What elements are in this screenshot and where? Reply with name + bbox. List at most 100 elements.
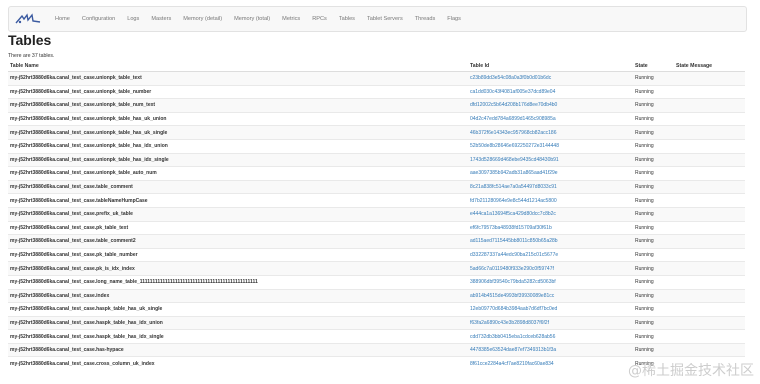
state-cell: Running xyxy=(633,206,674,222)
state-cell: Running xyxy=(633,84,674,99)
state-cell: Running xyxy=(633,261,674,276)
table-name-cell: my-j52hrt3880d6ka.canal_test_case.index xyxy=(8,288,468,303)
state-message-cell xyxy=(674,84,745,99)
state-cell: Running xyxy=(633,288,674,303)
state-cell: Running xyxy=(633,71,674,86)
state-cell: Running xyxy=(633,315,674,330)
table-name-cell: my-j52hrt3880d6ka.canal_test_case.haspk_… xyxy=(8,329,468,344)
state-cell: Running xyxy=(633,179,674,194)
table-name-cell: my-j52hrt3880d6ka.canal_test_case.unionp… xyxy=(8,152,468,167)
nav-threads[interactable]: Threads xyxy=(409,16,442,22)
state-message-cell xyxy=(674,274,745,289)
state-message-cell xyxy=(674,152,745,167)
table-id-link[interactable]: 04d2c47edd784a6899d1465c908985a xyxy=(468,111,633,126)
table-row: my-j52hrt3880d6ka.canal_test_case.unionp… xyxy=(8,125,745,140)
table-id-link[interactable]: 46b372f6e14343ec957968cb82acc186 xyxy=(468,125,633,140)
table-id-link[interactable]: 8c21a838fc514ae7a0a54497d8033c91 xyxy=(468,179,633,194)
table-name-cell: my-j52hrt3880d6ka.canal_test_case.unionp… xyxy=(8,166,468,181)
nav-masters[interactable]: Masters xyxy=(145,16,177,22)
table-row: my-j52hrt3880d6ka.canal_test_case.has-hy… xyxy=(8,342,745,357)
state-cell: Running xyxy=(633,220,674,235)
nav-flags[interactable]: Flags xyxy=(441,16,467,22)
table-id-link[interactable]: ab914b4515de4993bf39930089e81cc xyxy=(468,288,633,303)
table-name-cell: my-j52hrt3880d6ka.canal_test_case.pk_is_… xyxy=(8,261,468,276)
table-row: my-j52hrt3880d6ka.canal_test_case.haspk_… xyxy=(8,302,745,317)
table-id-link[interactable]: 8f61cce2284a4cf7ae8210fac60ae834 xyxy=(468,356,633,371)
table-row: my-j52hrt3880d6ka.canal_test_case.unionp… xyxy=(8,152,745,167)
table-name-cell: my-j52hrt3880d6ka.canal_test_case.pk_tab… xyxy=(8,220,468,235)
state-message-cell xyxy=(674,125,745,140)
table-id-link[interactable]: d332287337a44edc90ba215c01c5677e xyxy=(468,247,633,262)
nav-memory-total[interactable]: Memory (total) xyxy=(228,16,276,22)
state-message-cell xyxy=(674,288,745,303)
nav-memory-detail[interactable]: Memory (detail) xyxy=(177,16,228,22)
header-state-message: State Message xyxy=(674,61,745,72)
state-message-cell xyxy=(674,193,745,208)
table-name-cell: my-j52hrt3880d6ka.canal_test_case.unionp… xyxy=(8,138,468,154)
table-name-cell: my-j52hrt3880d6ka.canal_test_case.unionp… xyxy=(8,71,468,86)
table-row: my-j52hrt3880d6ka.canal_test_case.unionp… xyxy=(8,166,745,181)
nav-configuration[interactable]: Configuration xyxy=(76,16,121,22)
table-id-link[interactable]: 5ad66c7a0119480f933e290c0f59747f xyxy=(468,261,633,276)
state-message-cell xyxy=(674,247,745,262)
table-row: my-j52hrt3880d6ka.canal_test_case.haspk_… xyxy=(8,315,745,330)
state-message-cell xyxy=(674,234,745,249)
table-name-cell: my-j52hrt3880d6ka.canal_test_case.haspk_… xyxy=(8,315,468,330)
table-id-link[interactable]: 12eb09770d684b3984aab7d6df7bc0ed xyxy=(468,302,633,317)
table-row: my-j52hrt3880d6ka.canal_test_case.unionp… xyxy=(8,138,745,154)
nav-tables[interactable]: Tables xyxy=(333,16,361,22)
state-cell: Running xyxy=(633,234,674,249)
table-id-link[interactable]: e444ca1a13694f5ca429d80dcc7c8b2c xyxy=(468,206,633,222)
table-id-link[interactable]: cdd732db3bb0415eba1cdceb628ab56 xyxy=(468,329,633,344)
table-row: my-j52hrt3880d6ka.canal_test_case.index a… xyxy=(8,288,745,303)
nav-metrics[interactable]: Metrics xyxy=(276,16,306,22)
table-row: my-j52hrt3880d6ka.canal_test_case.unionp… xyxy=(8,98,745,113)
table-row: my-j52hrt3880d6ka.canal_test_case.unionp… xyxy=(8,111,745,126)
table-id-link[interactable]: ca1dd030c43f4081af005e37dcd89e04 xyxy=(468,84,633,99)
page-title: Tables xyxy=(8,32,52,48)
table-name-cell: my-j52hrt3880d6ka.canal_test_case.has-hy… xyxy=(8,342,468,357)
nav-logs[interactable]: Logs xyxy=(121,16,145,22)
table-row: my-j52hrt3880d6ka.canal_test_case.table_… xyxy=(8,234,745,249)
state-cell: Running xyxy=(633,98,674,113)
table-id-link[interactable]: fd7b211280964e9e8c544d1214ac5800 xyxy=(468,193,633,208)
table-name-cell: my-j52hrt3880d6ka.canal_test_case.pk_tab… xyxy=(8,247,468,262)
state-cell: Running xyxy=(633,125,674,140)
state-message-cell xyxy=(674,111,745,126)
nav-rpcs[interactable]: RPCs xyxy=(306,16,333,22)
table-name-cell: my-j52hrt3880d6ka.canal_test_case.cross_… xyxy=(8,356,468,371)
state-cell: Running xyxy=(633,166,674,181)
table-row: my-j52hrt3880d6ka.canal_test_case.pk_tab… xyxy=(8,220,745,235)
table-name-cell: my-j52hrt3880d6ka.canal_test_case.unionp… xyxy=(8,125,468,140)
nav-home[interactable]: Home xyxy=(49,16,76,22)
state-message-cell xyxy=(674,342,745,357)
table-id-link[interactable]: dfd12002c5b64d208b176d8ee70db4b0 xyxy=(468,98,633,113)
table-name-cell: my-j52hrt3880d6ka.canal_test_case.prefix… xyxy=(8,206,468,222)
nav-tablet-servers[interactable]: Tablet Servers xyxy=(361,16,409,22)
table-name-cell: my-j52hrt3880d6ka.canal_test_case.table_… xyxy=(8,179,468,194)
table-id-link[interactable]: 1743d528669d468ebe9435cd48430b91 xyxy=(468,152,633,167)
table-id-link[interactable]: 4478385e63524dae87ef7349313b1f3a xyxy=(468,342,633,357)
table-id-link[interactable]: 388906dbf39540c79bda5282cd5063bf xyxy=(468,274,633,289)
state-message-cell xyxy=(674,220,745,235)
state-message-cell xyxy=(674,98,745,113)
kudu-logo-icon[interactable] xyxy=(15,12,43,26)
state-cell: Running xyxy=(633,193,674,208)
table-row: my-j52hrt3880d6ka.canal_test_case.pk_is_… xyxy=(8,261,745,276)
state-cell: Running xyxy=(633,274,674,289)
state-message-cell xyxy=(674,302,745,317)
table-row: my-j52hrt3880d6ka.canal_test_case.pk_tab… xyxy=(8,247,745,262)
table-id-link[interactable]: ad115aed7115445bb8011c850b65a28b xyxy=(468,234,633,249)
table-id-link[interactable]: ef6fc79573ba48938fd15709af30f61b xyxy=(468,220,633,235)
state-cell: Running xyxy=(633,247,674,262)
state-cell: Running xyxy=(633,329,674,344)
table-id-link[interactable]: c23b89dd3e54c08a0a3f0b0d01b6dc xyxy=(468,71,633,86)
table-row: my-j52hrt3880d6ka.canal_test_case.long_n… xyxy=(8,274,745,289)
table-id-link[interactable]: aae3097385b942adb31a865aad41f29e xyxy=(468,166,633,181)
state-message-cell xyxy=(674,179,745,194)
table-id-link[interactable]: 52b50de8b28646e692250272e3144448 xyxy=(468,138,633,154)
table-row: my-j52hrt3880d6ka.canal_test_case.unionp… xyxy=(8,71,745,86)
table-id-link[interactable]: f63fa2a6890c43e3b2898d8037f6f2f xyxy=(468,315,633,330)
state-message-cell xyxy=(674,261,745,276)
state-message-cell xyxy=(674,138,745,154)
